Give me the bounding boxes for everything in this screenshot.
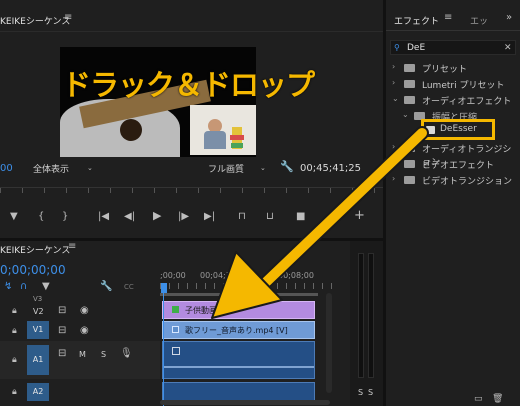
drag-arrow-annotation [211,126,429,319]
